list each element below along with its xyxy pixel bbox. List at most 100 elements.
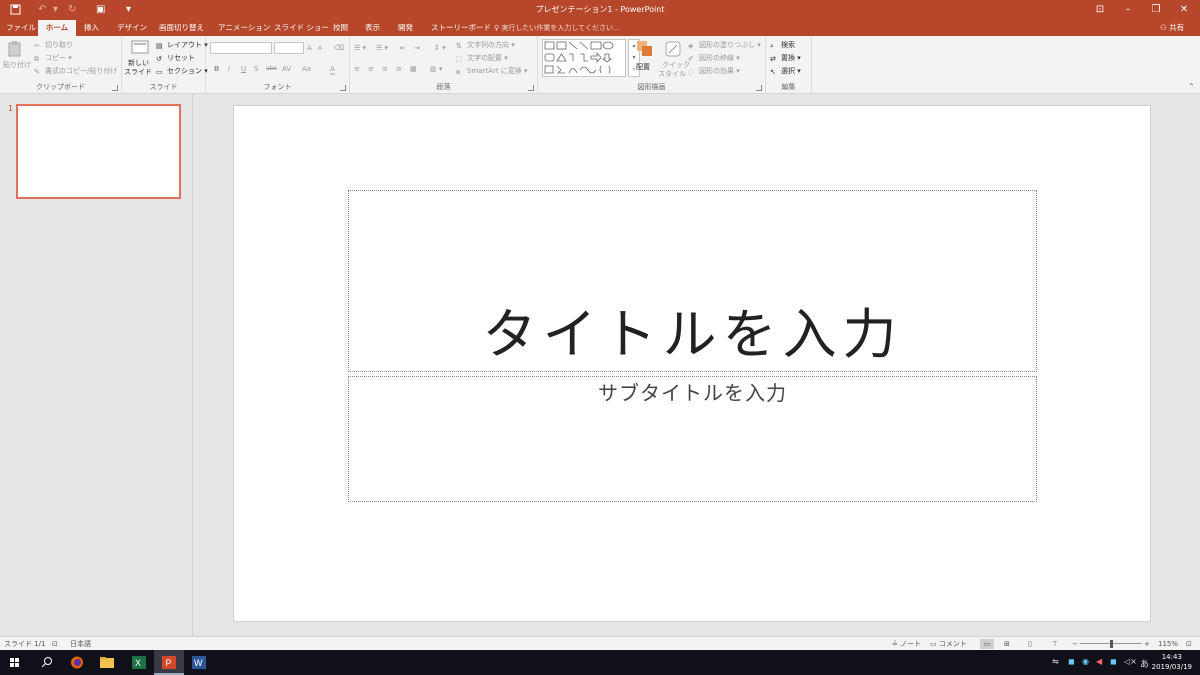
normal-view-icon[interactable]: ▭ xyxy=(980,639,994,649)
copy-button[interactable]: ⧉ コピー ▾ xyxy=(34,53,72,63)
grow-font-button[interactable]: A xyxy=(307,44,312,52)
zoom-out-button[interactable]: − xyxy=(1072,639,1078,649)
bullets-icon[interactable]: ☰ ▾ xyxy=(354,44,366,52)
shadow-button[interactable]: S xyxy=(254,65,258,73)
align-center-icon[interactable]: ≡ xyxy=(368,65,374,73)
find-button[interactable]: ⌕ 検索 xyxy=(770,40,795,50)
italic-button[interactable]: I xyxy=(228,65,230,73)
shape-fill-button[interactable]: ◈ 図形の塗りつぶし ▾ xyxy=(688,40,761,50)
reading-view-icon[interactable]: ▯ xyxy=(1028,639,1032,649)
change-case-button[interactable]: Aa xyxy=(302,65,311,73)
network-tray-icon[interactable]: ⇋ xyxy=(1052,657,1059,666)
volume-tray-icon[interactable]: ◁× xyxy=(1124,657,1137,666)
text-direction-button[interactable]: ⇅ 文字列の方向 ▾ xyxy=(456,40,515,50)
clipboard-launcher-icon[interactable] xyxy=(112,85,118,91)
file-explorer-app[interactable] xyxy=(92,650,122,675)
format-painter-button[interactable]: ✎ 書式のコピー/貼り付け xyxy=(34,66,117,76)
layout-button[interactable]: ▤ レイアウト ▾ xyxy=(156,40,208,50)
tab-slide-show[interactable]: スライド ショー xyxy=(274,20,329,36)
clear-formatting-icon[interactable]: ⌫ xyxy=(334,44,344,52)
tell-me-search[interactable]: ♀ 実行したい作業を入力してください... xyxy=(494,20,620,36)
font-color-button[interactable]: A xyxy=(330,65,335,75)
app-tray-icon[interactable]: ◼ xyxy=(1110,657,1117,666)
tab-developer[interactable]: 開発 xyxy=(398,20,413,36)
flag-tray-icon[interactable]: ◀ xyxy=(1096,657,1102,666)
underline-button[interactable]: U xyxy=(241,65,246,73)
paste-button[interactable]: 貼り付け xyxy=(3,40,31,80)
share-button[interactable]: ⚇ 共有 xyxy=(1160,20,1184,36)
tab-review[interactable]: 校閲 xyxy=(333,20,348,36)
tab-animations[interactable]: アニメーション xyxy=(218,20,270,36)
arrange-button[interactable]: 配置 xyxy=(634,40,656,84)
line-spacing-icon[interactable]: ↕ ▾ xyxy=(434,44,446,52)
search-button[interactable] xyxy=(32,650,62,675)
editing-group: ⌕ 検索 ⇄ 置換 ▾ ↖ 選択 ▾ 編集 xyxy=(766,36,812,94)
shapes-gallery[interactable] xyxy=(542,39,626,77)
taskbar-clock[interactable]: 14:43 2019/03/19 xyxy=(1152,652,1192,672)
shape-effects-button[interactable]: ◌ 図形の効果 ▾ xyxy=(688,66,740,76)
tab-home[interactable]: ホーム xyxy=(38,20,76,36)
shape-outline-button[interactable]: ✐ 図形の枠線 ▾ xyxy=(688,53,740,63)
strikethrough-button[interactable]: abc xyxy=(266,65,277,72)
slide-show-view-icon[interactable]: ⊤ xyxy=(1052,639,1058,649)
powerpoint-app[interactable]: P xyxy=(154,650,184,675)
arrange-label: 配置 xyxy=(636,63,650,71)
slide-thumbnail-number: 1 xyxy=(8,104,14,113)
zoom-slider-thumb[interactable] xyxy=(1110,640,1113,648)
tab-view[interactable]: 表示 xyxy=(365,20,380,36)
slide-thumbnail[interactable] xyxy=(16,104,181,199)
font-name-combo[interactable] xyxy=(210,42,272,54)
select-button[interactable]: ↖ 選択 ▾ xyxy=(770,66,801,76)
minimize-button[interactable]: – xyxy=(1116,2,1140,18)
character-spacing-button[interactable]: AV xyxy=(282,65,291,73)
word-app[interactable]: W xyxy=(184,650,214,675)
language-indicator[interactable]: 日本語 xyxy=(70,639,91,649)
font-size-combo[interactable] xyxy=(274,42,304,54)
decrease-indent-icon[interactable]: ⇤ xyxy=(400,44,406,52)
smartart-button[interactable]: ⧈ SmartArt に変換 ▾ xyxy=(456,66,528,76)
align-left-icon[interactable]: ≡ xyxy=(354,65,360,73)
zoom-in-button[interactable]: + xyxy=(1144,639,1150,649)
section-button[interactable]: ▭ セクション ▾ xyxy=(156,66,208,76)
restore-button[interactable]: ❐ xyxy=(1144,2,1168,18)
cut-button[interactable]: ✂ 切り取り xyxy=(34,40,73,50)
v-tray-icon[interactable]: ◼ xyxy=(1068,657,1075,666)
tab-file[interactable]: ファイル xyxy=(6,20,36,36)
collapse-ribbon-icon[interactable]: ⌃ xyxy=(1188,82,1195,91)
excel-app[interactable]: X xyxy=(124,650,154,675)
fit-slide-icon[interactable]: ⊡ xyxy=(1186,639,1192,649)
comments-button[interactable]: ▭ コメント xyxy=(930,639,967,649)
ime-indicator[interactable]: あ xyxy=(1140,657,1149,670)
distribute-icon[interactable]: ▦ xyxy=(410,65,417,73)
font-group-label: フォント xyxy=(263,83,292,91)
new-slide-button[interactable]: 新しい スライド xyxy=(124,40,154,82)
increase-indent-icon[interactable]: ⇥ xyxy=(414,44,420,52)
bold-button[interactable]: B xyxy=(214,65,219,73)
reset-label: リセット xyxy=(167,54,195,62)
notes-button[interactable]: ≟ ノート xyxy=(892,639,921,649)
shrink-font-button[interactable]: A xyxy=(318,45,322,52)
align-text-button[interactable]: ⬚ 文字の配置 ▾ xyxy=(456,53,508,63)
justify-icon[interactable]: ≡ xyxy=(396,65,402,73)
quick-styles-button[interactable]: クイック スタイル xyxy=(658,40,690,84)
slide-sorter-icon[interactable]: ⊞ xyxy=(1004,639,1010,649)
replace-button[interactable]: ⇄ 置換 ▾ xyxy=(770,53,801,63)
spelling-icon[interactable]: ⊡ xyxy=(52,639,58,649)
align-right-icon[interactable]: ≡ xyxy=(382,65,388,73)
paragraph-launcher-icon[interactable] xyxy=(528,85,534,91)
zoom-level[interactable]: 115% xyxy=(1158,639,1178,649)
tab-transitions[interactable]: 画面切り替え xyxy=(159,20,204,36)
tab-insert[interactable]: 挿入 xyxy=(84,20,99,36)
numbering-icon[interactable]: ☰ ▾ xyxy=(376,44,388,52)
font-launcher-icon[interactable] xyxy=(340,85,346,91)
reset-button[interactable]: ↺ リセット xyxy=(156,53,195,63)
tab-storyboard[interactable]: ストーリーボード xyxy=(431,20,491,36)
firefox-app[interactable] xyxy=(62,650,92,675)
ribbon-display-options-icon[interactable]: ⊡ xyxy=(1088,2,1112,18)
close-button[interactable]: ✕ xyxy=(1172,2,1196,18)
sync-tray-icon[interactable]: ◉ xyxy=(1082,657,1089,666)
columns-icon[interactable]: ▥ ▾ xyxy=(430,65,442,73)
drawing-launcher-icon[interactable] xyxy=(756,85,762,91)
tab-design[interactable]: デザイン xyxy=(117,20,147,36)
start-button[interactable] xyxy=(0,650,30,675)
